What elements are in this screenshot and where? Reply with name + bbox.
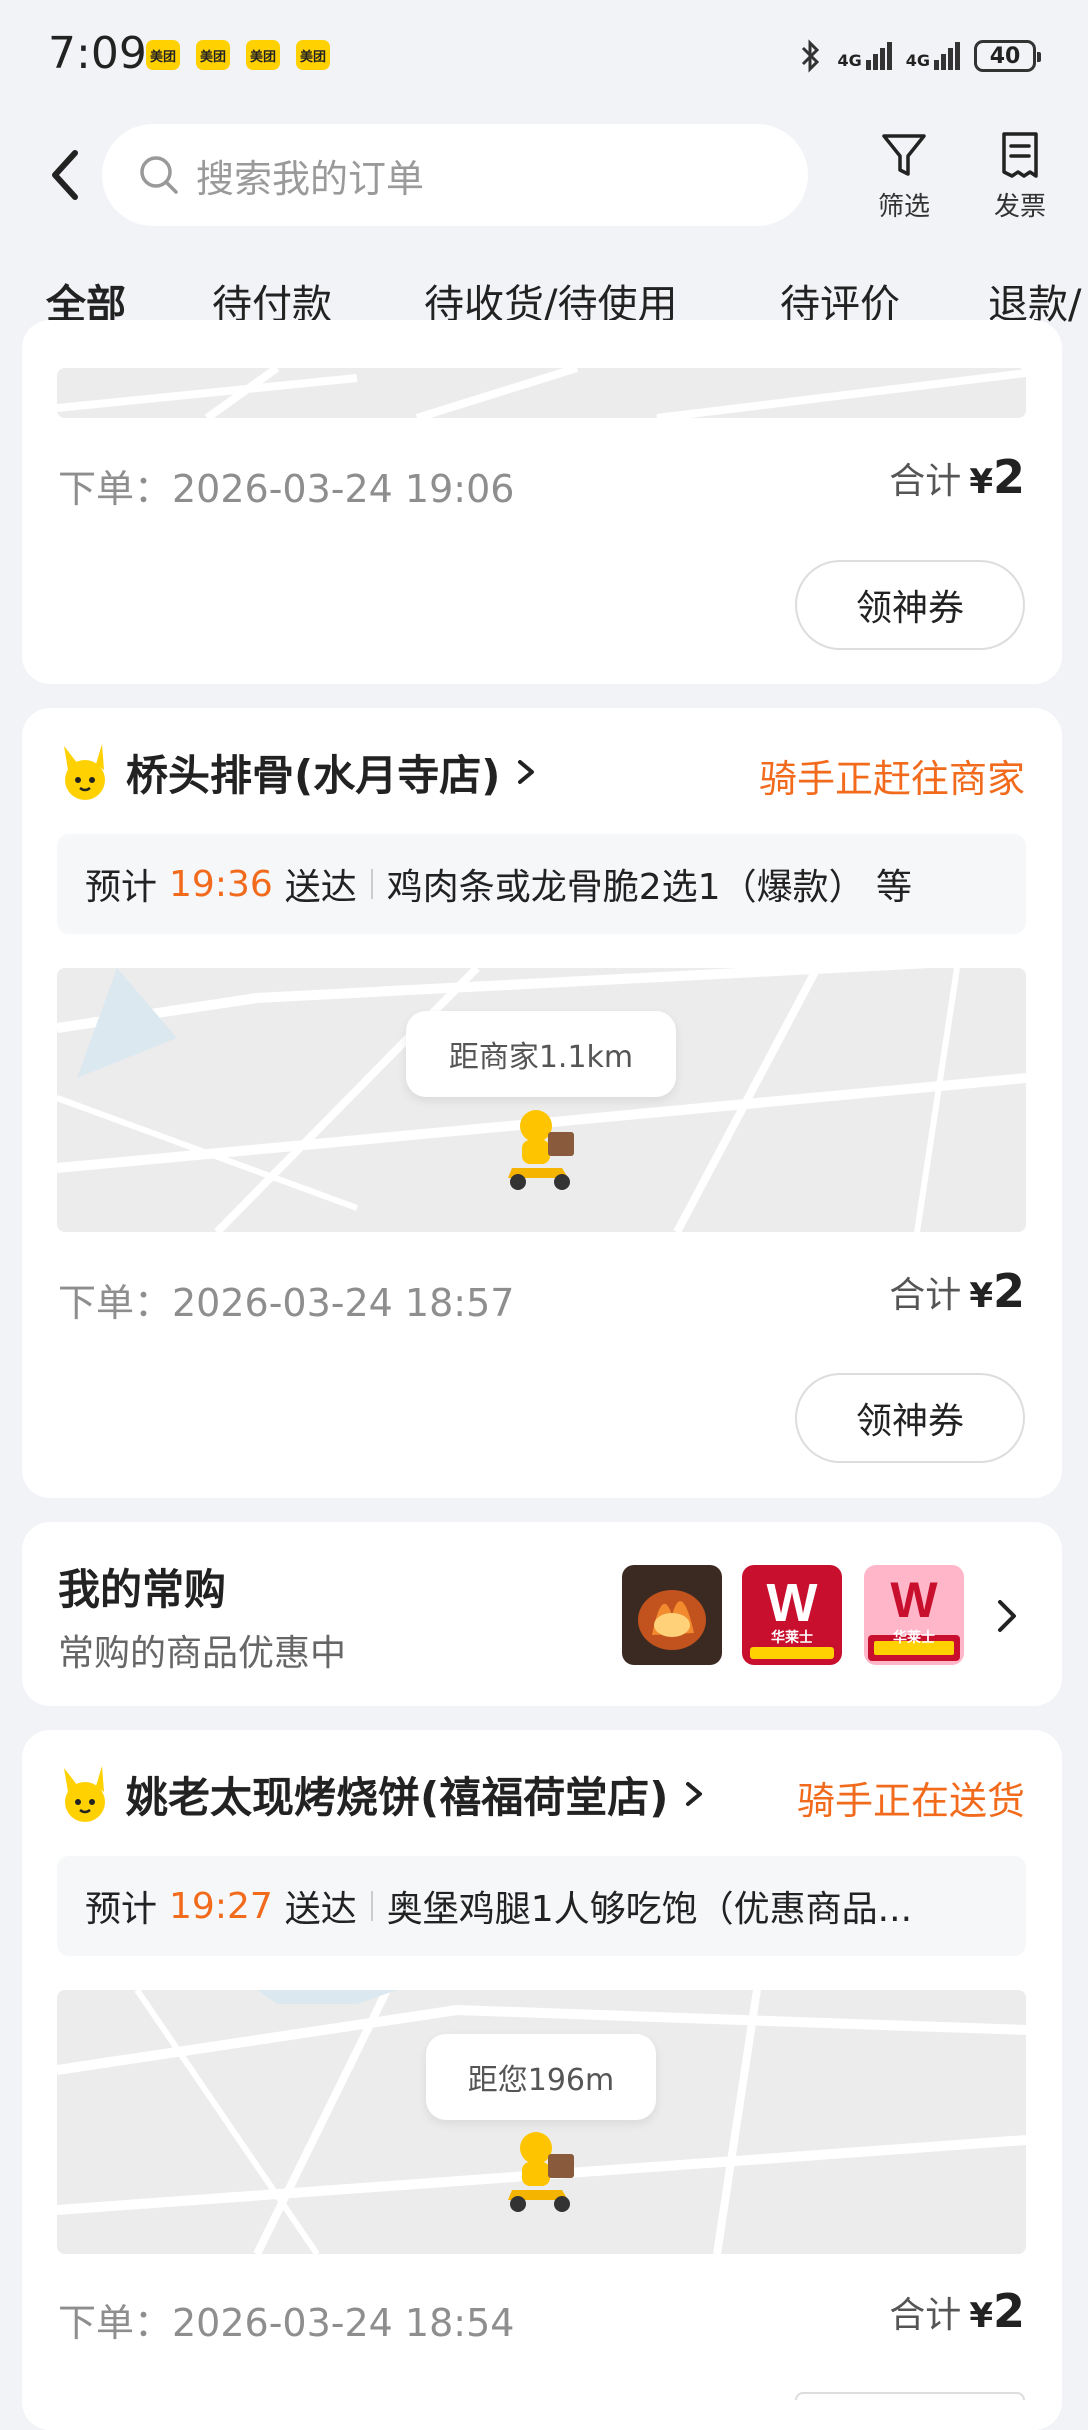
store-name: 桥头排骨(水月寺店) <box>126 750 501 800</box>
wallace-logo-thumb[interactable]: W <box>742 1565 842 1665</box>
invoice-label: 发票 <box>993 192 1046 222</box>
filter-button[interactable]: 筛选 <box>854 130 954 223</box>
divider <box>370 1891 373 1921</box>
chevron-right-icon[interactable] <box>990 1592 1026 1640</box>
eta-suffix: 送达 <box>284 867 357 908</box>
status-bar: 7:09 美团 美团 美团 美团 4G 4G 40 <box>0 0 1088 112</box>
eta-prefix: 预计 <box>85 1889 158 1930</box>
order-total: 合计 ¥ 2 <box>889 450 1025 504</box>
meituan-notification-icon: 美团 <box>246 40 280 70</box>
rider-icon <box>502 1104 582 1194</box>
chevron-right-icon <box>686 1782 703 1806</box>
store-name: 姚老太现烤烧饼(禧福荷堂店) <box>126 1772 669 1822</box>
search-input[interactable]: 搜索我的订单 <box>102 124 808 226</box>
order-total: 合计 ¥ 2 <box>889 1264 1025 1318</box>
order-status: 骑手正赶往商家 <box>758 757 1025 801</box>
battery-icon: 40 <box>974 40 1041 72</box>
wallace-brand-text: 华莱士 <box>771 1630 813 1646</box>
eta-prefix: 预计 <box>85 867 158 908</box>
clock: 7:09 <box>48 28 147 79</box>
store-link[interactable]: 姚老太现烤烧饼(禧福荷堂店) <box>58 1762 708 1826</box>
meituan-notification-icon: 美团 <box>196 40 230 70</box>
meituan-notification-icon: 美团 <box>296 40 330 70</box>
meituan-kangaroo-icon <box>64 744 105 800</box>
filter-icon <box>882 134 926 176</box>
wallace-brand-text: 华莱士 <box>893 1630 935 1646</box>
delivery-info[interactable]: 预计 19:36 送达 鸡肉条或龙骨脆2选1（爆款） 等 <box>57 834 1026 934</box>
get-coupon-button[interactable]: 领神券 <box>795 1373 1025 1463</box>
store-link[interactable]: 桥头排骨(水月寺店) <box>58 740 540 804</box>
chevron-left-icon <box>52 150 78 200</box>
invoice-button[interactable]: 发票 <box>970 130 1070 223</box>
get-coupon-button[interactable] <box>795 2392 1025 2400</box>
invoice-icon <box>1002 132 1038 178</box>
order-status: 骑手正在送货 <box>796 1779 1025 1823</box>
order-total: 合计 ¥ 2 <box>889 2284 1025 2338</box>
chevron-right-icon <box>518 760 535 784</box>
signal-icon: 4G <box>906 42 960 70</box>
search-placeholder: 搜索我的订单 <box>196 156 425 201</box>
bluetooth-icon <box>802 39 820 73</box>
distance-bubble: 距您196m <box>426 2034 656 2120</box>
signal-icon: 4G <box>837 42 892 70</box>
rider-icon <box>502 2126 582 2216</box>
order-items: 奥堡鸡腿1人够吃饱（优惠商品... <box>386 1889 913 1930</box>
svg-text:W: W <box>767 1573 818 1633</box>
frequent-buys-title: 我的常购 <box>58 1565 227 1614</box>
meituan-notification-icon: 美团 <box>146 40 180 70</box>
filter-label: 筛选 <box>877 192 930 222</box>
system-icons: 4G 4G 40 <box>799 36 1041 76</box>
eta-suffix: 送达 <box>284 1889 357 1930</box>
delivery-info[interactable]: 预计 19:27 送达 奥堡鸡腿1人够吃饱（优惠商品... <box>57 1856 1026 1956</box>
delivery-map <box>57 368 1026 418</box>
search-icon <box>140 156 178 194</box>
order-time: 下单：2026-03-24 18:54 <box>58 2301 515 2345</box>
svg-text:W: W <box>890 1572 938 1628</box>
distance-bubble: 距商家1.1km <box>406 1011 676 1097</box>
order-time: 下单：2026-03-24 18:57 <box>58 1281 515 1325</box>
frequent-buys-subtitle: 常购的商品优惠中 <box>58 1633 347 1674</box>
divider <box>370 869 373 899</box>
get-coupon-button[interactable]: 领神券 <box>795 560 1025 650</box>
eta-time: 19:36 <box>169 863 273 905</box>
order-items: 鸡肉条或龙骨脆2选1（爆款） 等 <box>386 867 913 908</box>
back-button[interactable] <box>40 140 90 210</box>
grilled-food-thumb[interactable] <box>622 1565 722 1665</box>
wallace-promo-thumb[interactable]: W <box>864 1565 964 1665</box>
meituan-kangaroo-icon <box>64 1766 105 1822</box>
eta-time: 19:27 <box>169 1885 273 1927</box>
order-time: 下单：2026-03-24 19:06 <box>58 467 515 511</box>
